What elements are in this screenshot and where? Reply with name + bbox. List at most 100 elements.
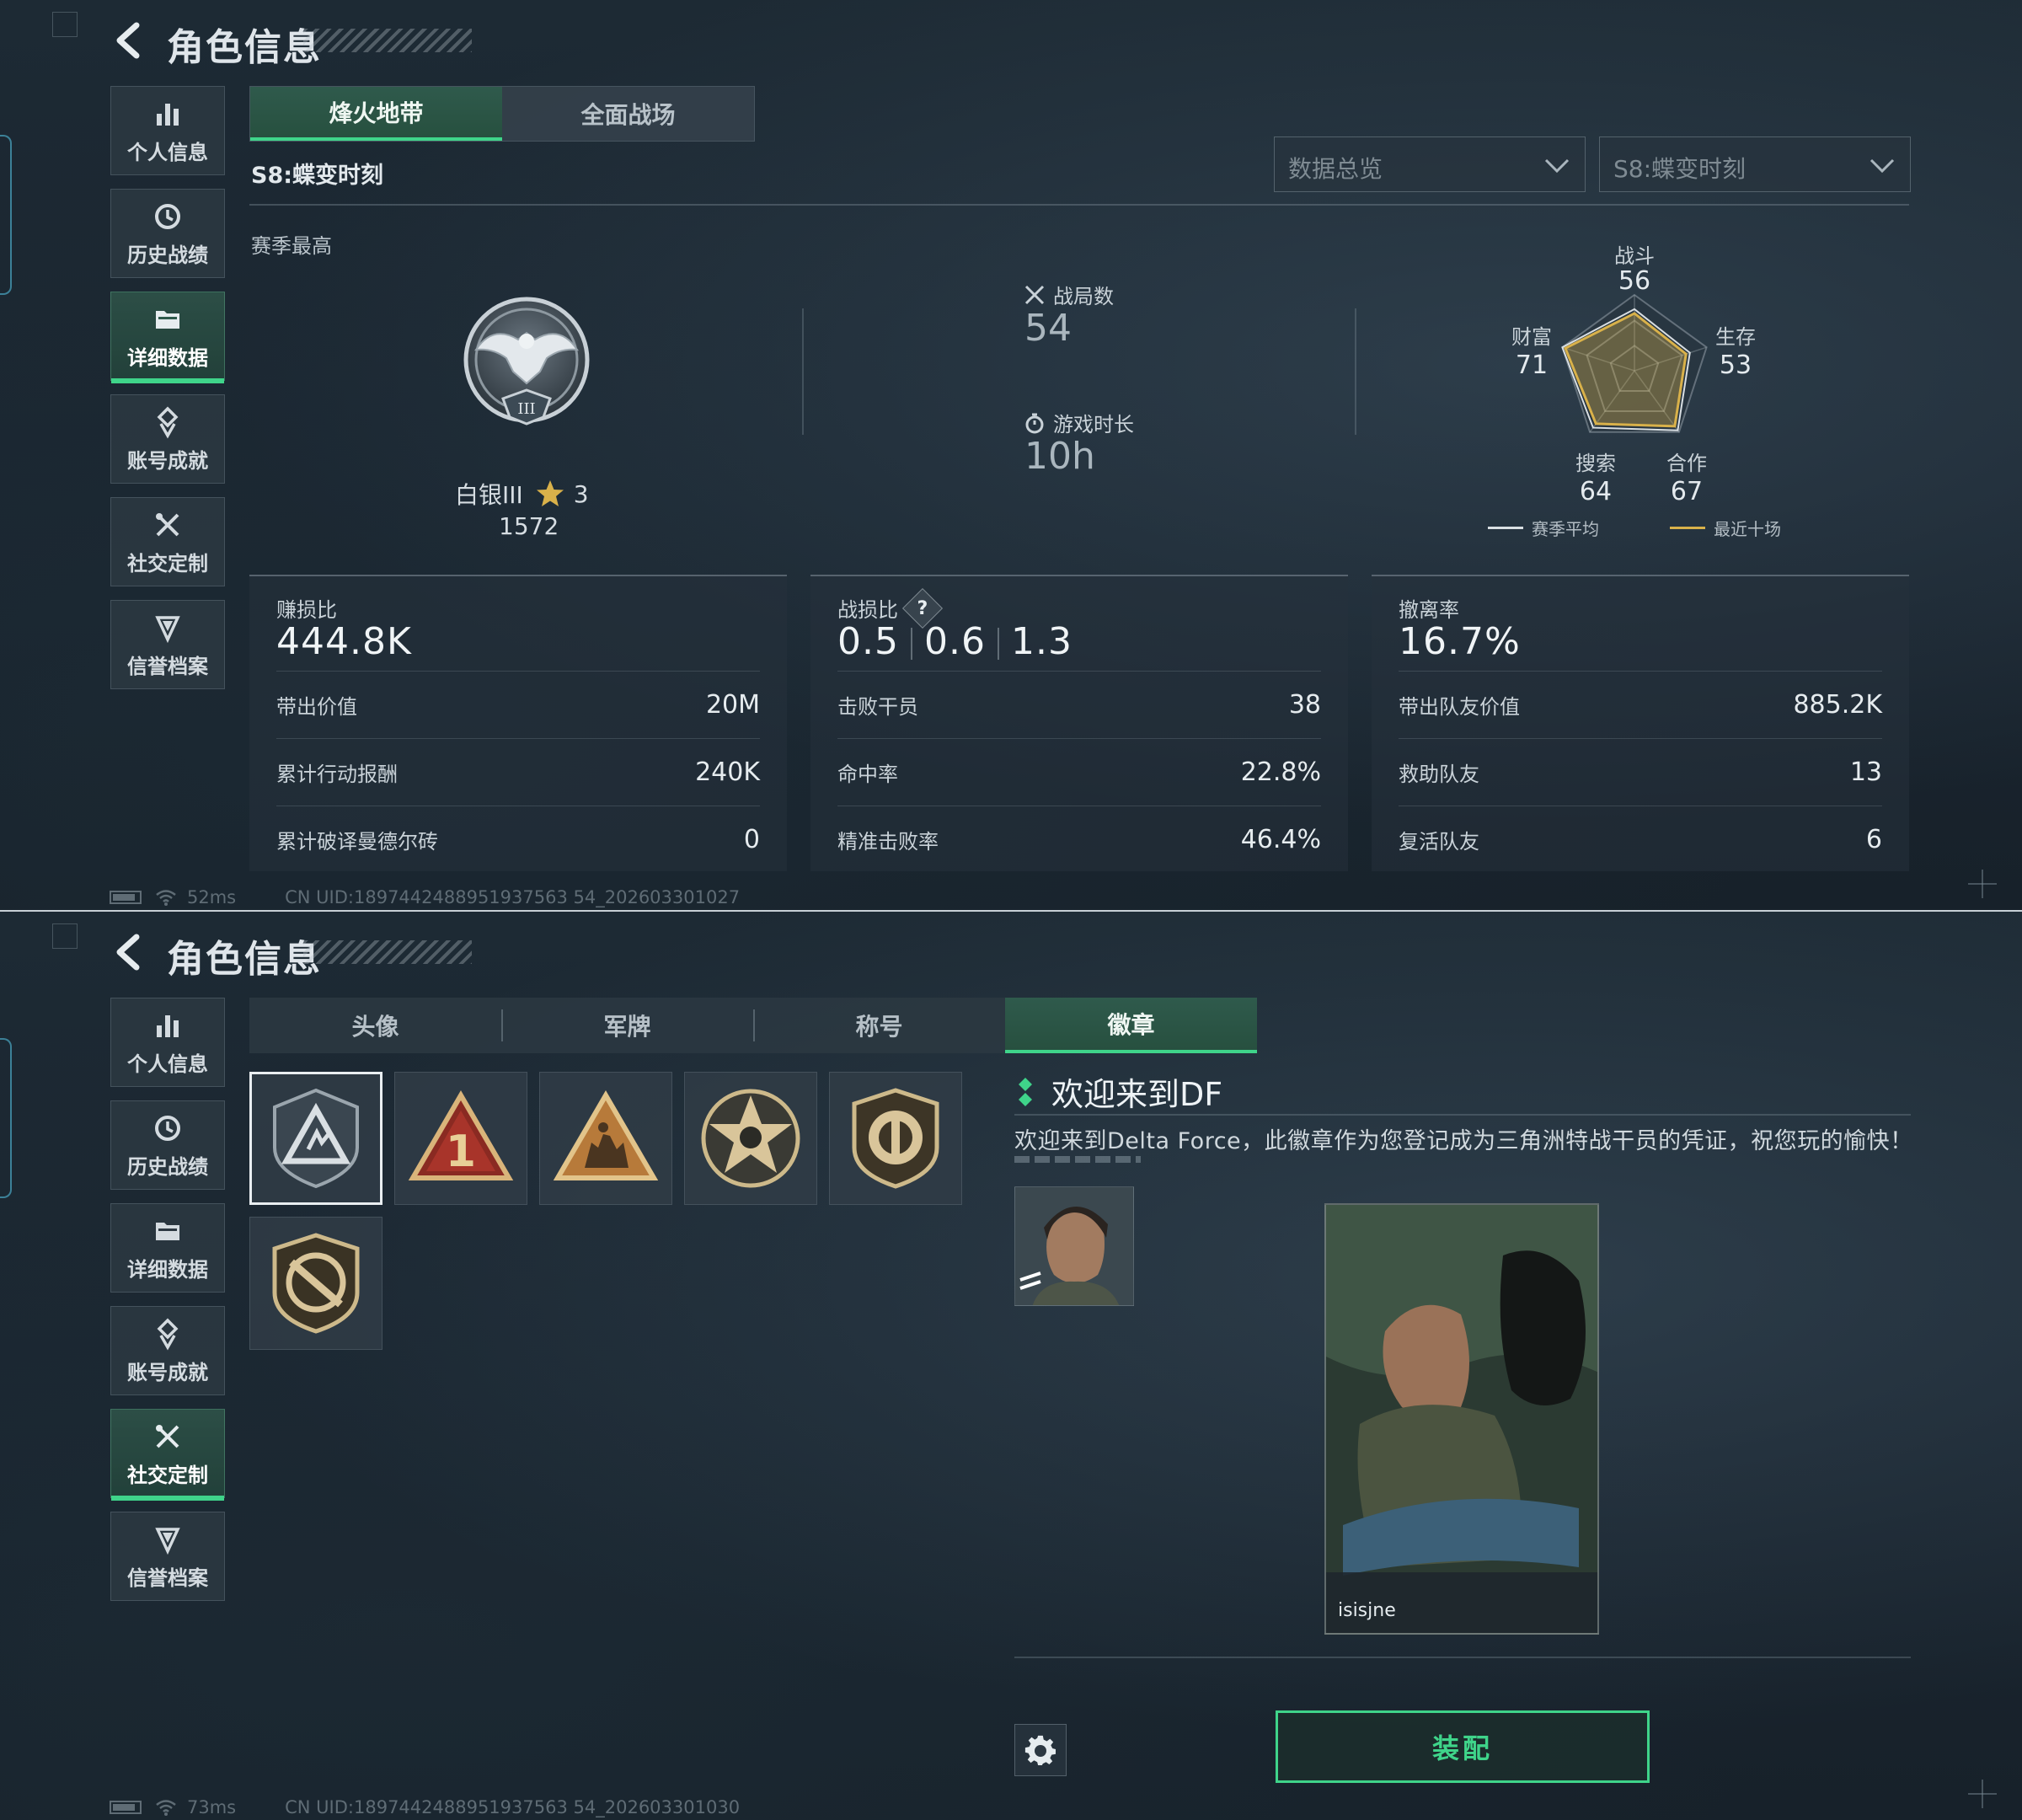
edge-accent bbox=[0, 135, 12, 295]
sidebar-item-label: 个人信息 bbox=[127, 140, 208, 164]
sidebar-item-personal-info[interactable]: 个人信息 bbox=[110, 86, 225, 175]
triangle-one-badge-icon: 1 bbox=[408, 1090, 514, 1180]
folder-icon bbox=[151, 302, 185, 336]
panel-title: 撤离率 bbox=[1399, 598, 1459, 622]
diamond-marker-icon bbox=[1019, 1077, 1032, 1106]
delta-shield-badge-icon bbox=[273, 1088, 359, 1189]
season-label: S8:蝶变时刻 bbox=[251, 163, 384, 189]
sidebar-item-label: 历史战绩 bbox=[127, 243, 208, 267]
rank-row: 白银III 3 bbox=[455, 477, 589, 511]
radar-label-coop: 合作 bbox=[1666, 452, 1707, 475]
tools-icon bbox=[151, 508, 185, 542]
operator-portrait-icon bbox=[1015, 1187, 1133, 1305]
tab-title[interactable]: 称号 bbox=[753, 998, 1005, 1053]
back-arrow-icon bbox=[116, 22, 140, 59]
badge-detail-title: 欢迎来到DF bbox=[1018, 1068, 1222, 1115]
ping: 52ms bbox=[187, 887, 237, 907]
crossed-swords-icon bbox=[1024, 285, 1045, 304]
divider bbox=[1355, 308, 1356, 435]
tab-badge[interactable]: 徽章 bbox=[1005, 998, 1257, 1053]
card-player-name: isisjne bbox=[1338, 1600, 1396, 1621]
overview-dropdown[interactable]: 数据总览 bbox=[1274, 136, 1586, 192]
sidebar-item-achievements[interactable]: 账号成就 bbox=[110, 394, 225, 484]
decor-dashes bbox=[1014, 1156, 1141, 1163]
badge-item-circle-shield[interactable] bbox=[829, 1072, 962, 1205]
ability-radar: 战斗 56 生存 53 合作 67 搜索 64 财富 71 bbox=[1491, 236, 1778, 514]
equip-button[interactable]: 装配 bbox=[1276, 1710, 1650, 1783]
sidebar-item-label: 历史战绩 bbox=[127, 1154, 208, 1179]
back-button[interactable] bbox=[108, 930, 152, 974]
sidebar-item-history[interactable]: 历史战绩 bbox=[110, 189, 225, 278]
radar-label-search: 搜索 bbox=[1575, 452, 1616, 475]
panel-main-value: 444.8K bbox=[276, 620, 412, 663]
sidebar-item-personal-info[interactable]: 个人信息 bbox=[110, 998, 225, 1087]
mode-tabs: 烽火地带 全面战场 bbox=[249, 86, 755, 142]
dropdown-value: S8:蝶变时刻 bbox=[1613, 155, 1747, 183]
sidebar-item-social[interactable]: 社交定制 bbox=[110, 1409, 225, 1501]
corner-frame bbox=[52, 923, 78, 949]
sidebar: 个人信息 历史战绩 详细数据 账号成就 社交定制 信誉档案 bbox=[110, 86, 225, 703]
achievement-icon bbox=[151, 405, 185, 439]
avatar[interactable] bbox=[1014, 1186, 1134, 1306]
badge-item-triangle-one[interactable]: 1 bbox=[394, 1072, 527, 1205]
panel-row: 击败干员 38 bbox=[837, 671, 1321, 738]
sidebar: 个人信息 历史战绩 详细数据 账号成就 社交定制 信誉档案 bbox=[110, 998, 225, 1614]
radar-label-combat: 战斗 bbox=[1614, 244, 1655, 268]
uid-text: CN UID:1897442488951937563 54_2026033010… bbox=[285, 887, 741, 907]
tab-hazard-zone[interactable]: 烽火地带 bbox=[250, 87, 502, 141]
extract-panel: 撤离率 16.7% 带出队友价值 885.2K 救助队友 13 复活队友 6 bbox=[1372, 575, 1909, 871]
season-dropdown[interactable]: S8:蝶变时刻 bbox=[1599, 136, 1911, 192]
stopwatch-icon bbox=[1025, 413, 1044, 433]
plus-mark bbox=[1968, 870, 1997, 898]
badge-item-triangle-soldiers[interactable] bbox=[539, 1072, 672, 1205]
rank-stars: 3 bbox=[573, 479, 589, 508]
operator-card: isisjne bbox=[1324, 1203, 1599, 1635]
triangle-soldiers-badge-icon bbox=[553, 1090, 659, 1180]
history-clock-icon bbox=[151, 200, 185, 233]
badge-item-delta[interactable] bbox=[249, 1072, 382, 1205]
settings-button[interactable] bbox=[1014, 1724, 1067, 1776]
panel-row: 累计破译曼德尔砖 0 bbox=[276, 806, 760, 873]
sidebar-item-reputation[interactable]: 信誉档案 bbox=[110, 1512, 225, 1601]
legend-line bbox=[1488, 527, 1523, 529]
chevron-down-icon bbox=[1544, 158, 1570, 174]
badge-screen: 角色信息 个人信息 历史战绩 详细数据 账号成就 社交定制 信誉档案 头像 军牌 bbox=[0, 910, 2022, 1820]
legend-season-avg: 赛季平均 bbox=[1488, 516, 1599, 540]
panel-row: 带出队友价值 885.2K bbox=[1399, 671, 1882, 738]
title-stripes bbox=[303, 29, 472, 52]
operator-card-art bbox=[1326, 1205, 1597, 1633]
svg-text:1: 1 bbox=[446, 1127, 476, 1177]
sidebar-item-social[interactable]: 社交定制 bbox=[110, 497, 225, 586]
crossed-shield-badge-icon bbox=[272, 1233, 360, 1334]
tab-dogtag[interactable]: 军牌 bbox=[501, 998, 753, 1053]
back-button[interactable] bbox=[108, 19, 152, 62]
page-title: 角色信息 bbox=[167, 938, 322, 981]
badge-item-crossed-shield[interactable] bbox=[249, 1217, 382, 1350]
achievement-icon bbox=[151, 1317, 185, 1351]
panel-row: 救助队友 13 bbox=[1399, 738, 1882, 806]
folder-icon bbox=[151, 1214, 185, 1248]
tab-avatar[interactable]: 头像 bbox=[249, 998, 501, 1053]
divider bbox=[1014, 1114, 1911, 1116]
radar-value-search: 64 bbox=[1579, 477, 1613, 506]
panel-title: 赚损比 bbox=[276, 598, 337, 622]
panel-row: 带出价值 20M bbox=[276, 671, 760, 738]
panel-title: 战损比 ? bbox=[837, 587, 944, 629]
back-arrow-icon bbox=[116, 934, 140, 971]
sidebar-item-label: 社交定制 bbox=[127, 1463, 208, 1487]
panel-row: 累计行动报酬 240K bbox=[276, 738, 760, 806]
badge-item-star-skull[interactable] bbox=[684, 1072, 817, 1205]
sidebar-item-label: 社交定制 bbox=[127, 551, 208, 575]
reputation-icon bbox=[151, 1523, 185, 1556]
sidebar-item-detailed-data[interactable]: 详细数据 bbox=[110, 292, 225, 383]
chevron-down-icon bbox=[1870, 158, 1895, 174]
radar-value-coop: 67 bbox=[1670, 477, 1704, 506]
tab-full-battlefield[interactable]: 全面战场 bbox=[502, 87, 754, 141]
sidebar-item-reputation[interactable]: 信誉档案 bbox=[110, 600, 225, 689]
sidebar-item-label: 详细数据 bbox=[127, 345, 208, 370]
bar-chart-icon bbox=[151, 1009, 185, 1042]
divider bbox=[1014, 1657, 1911, 1658]
sidebar-item-history[interactable]: 历史战绩 bbox=[110, 1100, 225, 1190]
sidebar-item-detailed-data[interactable]: 详细数据 bbox=[110, 1203, 225, 1293]
sidebar-item-achievements[interactable]: 账号成就 bbox=[110, 1306, 225, 1395]
